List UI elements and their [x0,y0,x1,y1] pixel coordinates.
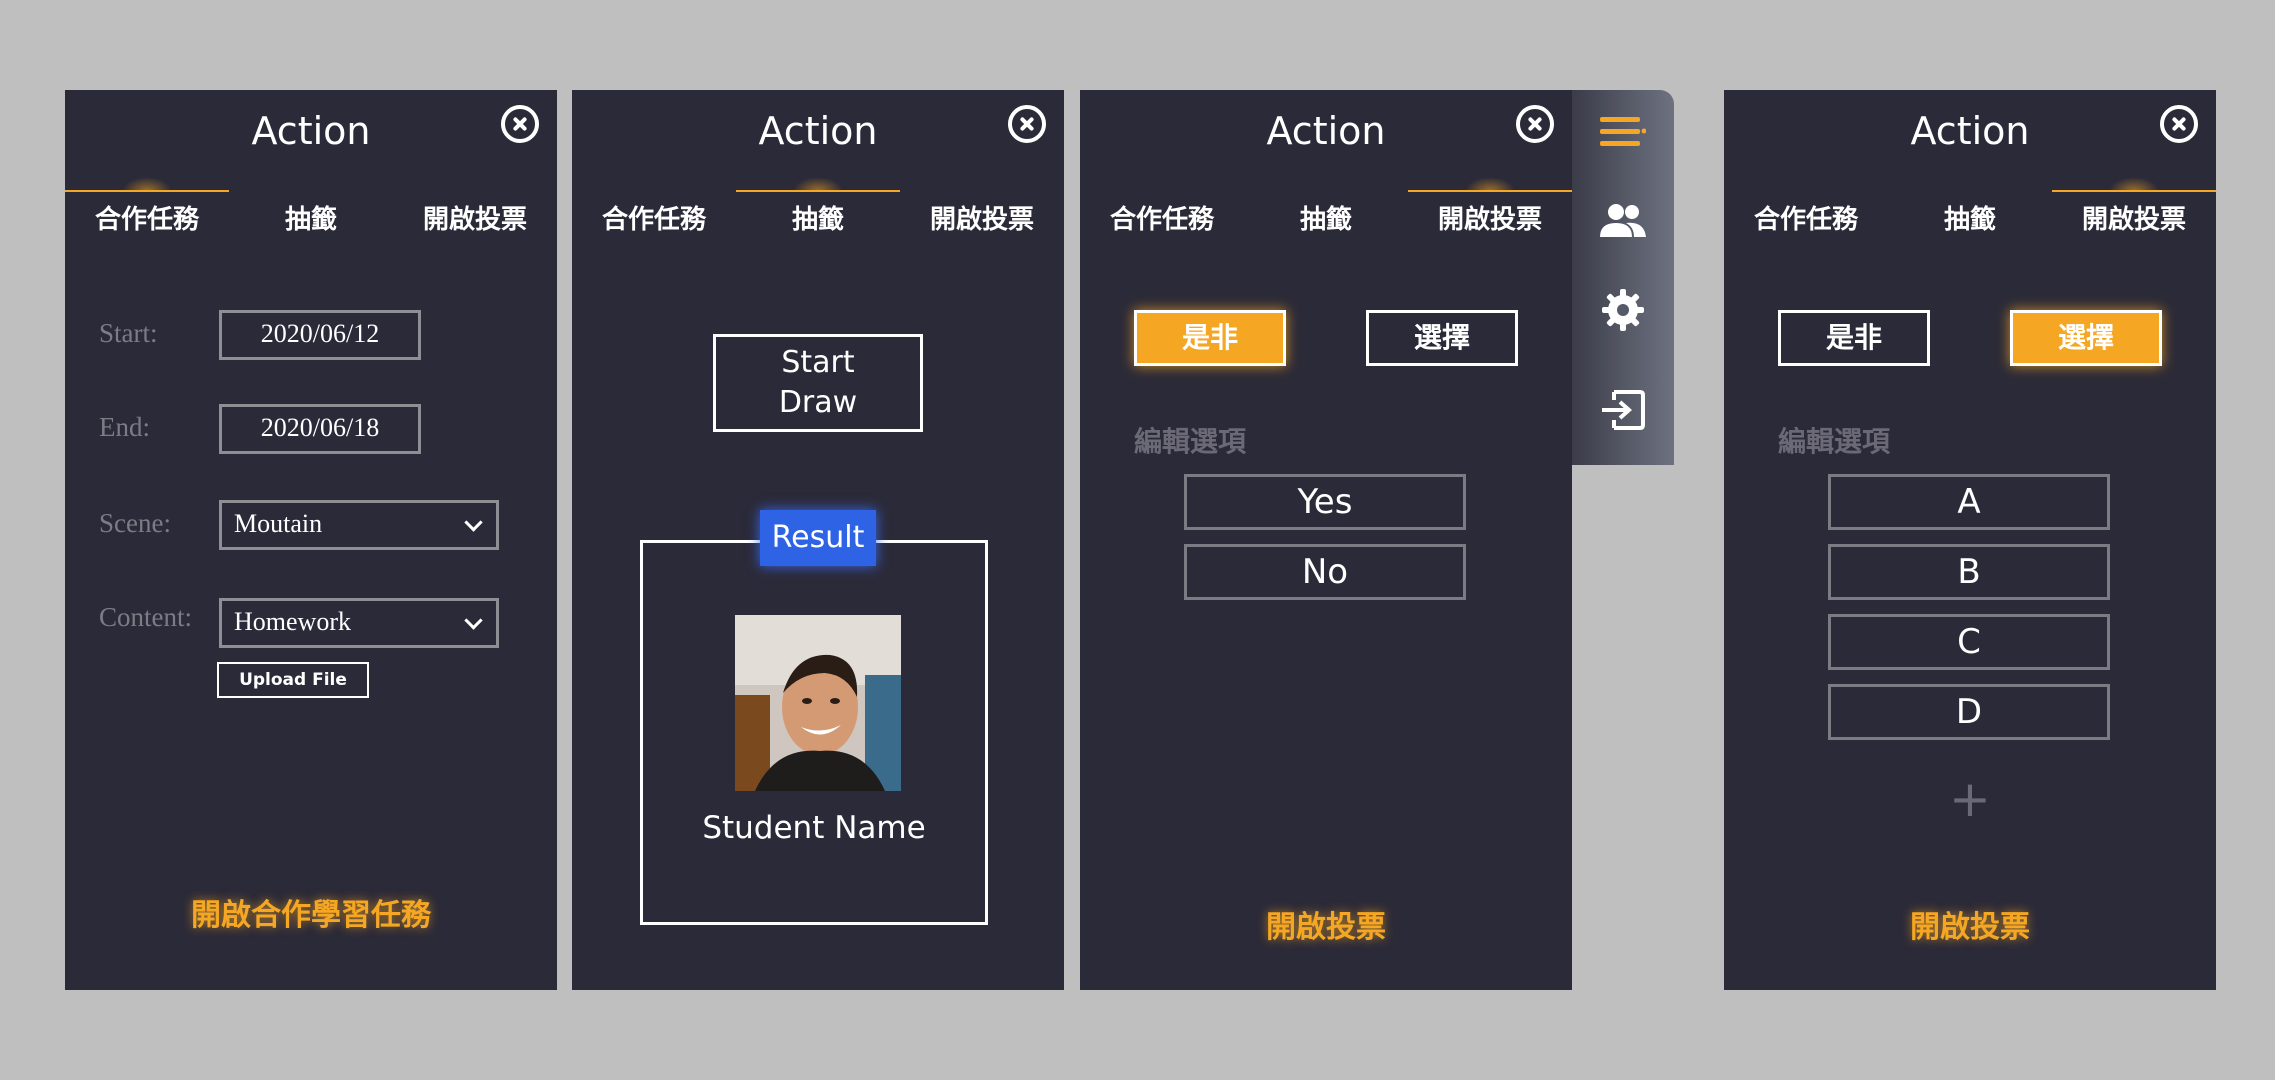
student-photo-image [735,615,901,791]
panel-title: Action [1266,109,1386,153]
option-d[interactable]: D [1828,684,2110,740]
start-date-field[interactable]: 2020/06/12 [219,310,421,360]
option-no[interactable]: No [1184,544,1466,600]
tab-active-indicator [65,177,229,192]
tab-cooperative-task[interactable]: 合作任務 [572,202,736,238]
tab-cooperative-task[interactable]: 合作任務 [65,202,229,238]
option-a[interactable]: A [1828,474,2110,530]
tab-draw-lots[interactable]: 抽籤 [229,202,393,238]
users-icon[interactable] [1572,190,1674,250]
tab-open-vote[interactable]: 開啟投票 [2052,202,2216,238]
option-yes[interactable]: Yes [1184,474,1466,530]
gear-icon[interactable] [1572,280,1674,340]
chevron-down-icon [464,513,483,532]
menu-icon[interactable] [1572,102,1674,162]
start-draw-line2: Draw [778,385,858,420]
tab-open-vote[interactable]: 開啟投票 [1408,202,1572,238]
content-label: Content: [99,602,192,632]
panel-title: Action [251,109,371,153]
panel-title: Action [758,109,878,153]
action-panel-vote-choice: Action 合作任務 抽籤 開啟投票 是非 選擇 編輯選項 A B C D +… [1724,90,2216,990]
edit-options-label: 編輯選項 [1134,425,1247,458]
tab-active-indicator [1408,177,1572,192]
choice-mode-button[interactable]: 選擇 [2010,310,2162,366]
content-select-value: Homework [234,607,351,636]
close-icon[interactable] [1008,105,1046,143]
tab-draw-lots[interactable]: 抽籤 [1244,202,1408,238]
exit-icon[interactable] [1572,380,1674,440]
end-label: End: [99,412,150,442]
scene-select-value: Moutain [234,509,323,538]
action-panel-cooperative-task: Action 合作任務 抽籤 開啟投票 Start: 2020/06/12 En… [65,90,557,990]
start-cooperative-task-button[interactable]: 開啟合作學習任務 [65,890,557,934]
start-vote-button[interactable]: 開啟投票 [1080,902,1572,946]
student-name: Student Name [702,810,926,846]
option-c[interactable]: C [1828,614,2110,670]
action-panel-vote-true-false: Action 合作任務 抽籤 開啟投票 是非 選擇 編輯選項 Yes No 開啟… [1080,90,1572,990]
add-option-button[interactable]: + [1724,770,2216,828]
tab-active-indicator [736,177,900,192]
tab-active-indicator [2052,177,2216,192]
end-date-field[interactable]: 2020/06/18 [219,404,421,454]
tab-open-vote[interactable]: 開啟投票 [393,202,557,238]
tab-open-vote[interactable]: 開啟投票 [900,202,1064,238]
scene-select[interactable]: Moutain [219,500,499,550]
content-select[interactable]: Homework [219,598,499,648]
start-vote-button[interactable]: 開啟投票 [1724,902,2216,946]
chevron-down-icon [464,611,483,630]
option-b[interactable]: B [1828,544,2110,600]
side-menu [1572,90,1674,465]
start-label: Start: [99,318,158,348]
panel-title: Action [1910,109,2030,153]
tab-cooperative-task[interactable]: 合作任務 [1724,202,1888,238]
choice-mode-button[interactable]: 選擇 [1366,310,1518,366]
result-label: Result [760,510,876,566]
edit-options-label: 編輯選項 [1778,425,1891,458]
close-icon[interactable] [1516,105,1554,143]
upload-file-button[interactable]: Upload File [217,662,369,698]
true-false-mode-button[interactable]: 是非 [1134,310,1286,366]
close-icon[interactable] [501,105,539,143]
start-draw-line1: Start [781,345,855,380]
tab-draw-lots[interactable]: 抽籤 [736,202,900,238]
scene-label: Scene: [99,508,171,538]
tab-draw-lots[interactable]: 抽籤 [1888,202,2052,238]
student-photo [735,615,901,791]
close-icon[interactable] [2160,105,2198,143]
true-false-mode-button[interactable]: 是非 [1778,310,1930,366]
tab-cooperative-task[interactable]: 合作任務 [1080,202,1244,238]
start-draw-button[interactable]: Start Draw [713,334,923,432]
action-panel-draw-lots: Action 合作任務 抽籤 開啟投票 Start Draw Result St… [572,90,1064,990]
